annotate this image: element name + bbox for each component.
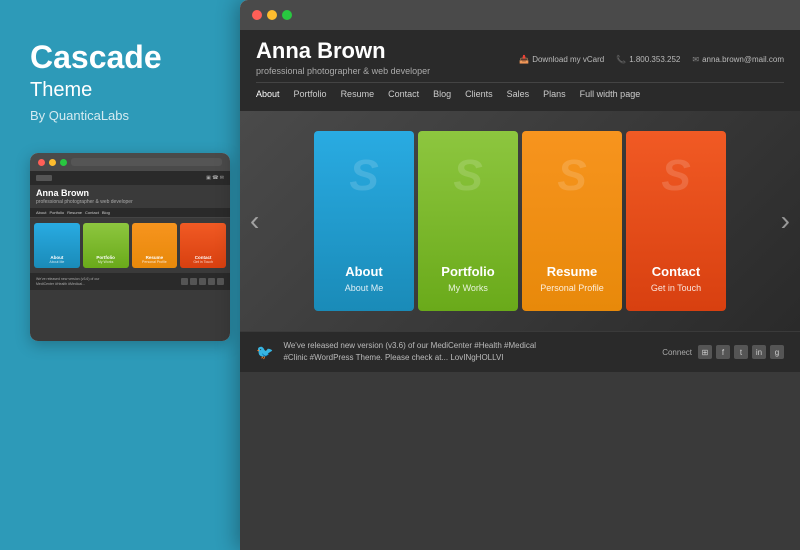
nav-resume[interactable]: Resume: [341, 89, 375, 99]
card-subtitle-contact: Get in Touch: [651, 283, 701, 293]
small-footer: We've released new version (v3.6) of our…: [30, 273, 230, 290]
small-card-resume: Resume Personal Profile: [132, 223, 178, 268]
footer-tweet-text: We've released new version (v3.6) of our…: [283, 340, 652, 364]
small-social-icons: [181, 278, 224, 285]
rss-icon[interactable]: ⊞: [698, 345, 712, 359]
carousel-right-arrow[interactable]: ›: [771, 195, 800, 247]
linkedin-icon[interactable]: in: [752, 345, 766, 359]
dot-yellow: [49, 159, 56, 166]
small-cards: About About Me Portfolio My Works Resume…: [30, 218, 230, 273]
hero-card-about[interactable]: S About About Me: [314, 131, 414, 311]
site-header: Anna Brown 📥 Download my vCard 📞 1.800.3…: [240, 30, 800, 111]
card-title-contact: Contact: [652, 264, 700, 279]
card-title-portfolio: Portfolio: [441, 264, 494, 279]
theme-subtitle: Theme: [30, 79, 210, 102]
nav-sales[interactable]: Sales: [507, 89, 530, 99]
footer-social-icons: ⊞ f t in g: [698, 345, 784, 359]
hero-section: ‹ S About About Me S Portfolio My Works …: [240, 111, 800, 331]
small-footer-text: We've released new version (v3.6) of our…: [36, 277, 181, 286]
card-s-icon-portfolio: S: [453, 151, 482, 201]
small-browser-content: ▣ ☎ ✉ Anna Brown professional photograph…: [30, 171, 230, 341]
theme-title: Cascade: [30, 39, 162, 75]
site-tagline: professional photographer & web develope…: [256, 66, 784, 76]
small-nav-about: About: [36, 210, 46, 215]
phone-icon: 📞: [616, 55, 626, 64]
card-s-icon-contact: S: [661, 151, 690, 201]
card-title-resume: Resume: [547, 264, 598, 279]
large-dot-yellow: [267, 10, 277, 20]
small-nav-contact: Contact: [85, 210, 99, 215]
hero-card-portfolio[interactable]: S Portfolio My Works: [418, 131, 518, 311]
small-tw-icon: [199, 278, 206, 285]
nav-clients[interactable]: Clients: [465, 89, 493, 99]
footer-tweet: We've released new version (v3.6) of our…: [283, 340, 652, 364]
nav-plans[interactable]: Plans: [543, 89, 566, 99]
small-address-bar: [71, 158, 222, 166]
small-card-about: About About Me: [34, 223, 80, 268]
card-s-icon-resume: S: [557, 151, 586, 201]
meta-phone: 📞 1.800.353.252: [616, 55, 680, 64]
hero-card-resume[interactable]: S Resume Personal Profile: [522, 131, 622, 311]
theme-by: By QuanticaLabs: [30, 108, 210, 123]
small-nav-portfolio: Portfolio: [49, 210, 64, 215]
small-tagline: professional photographer & web develope…: [30, 199, 230, 208]
nav-portfolio[interactable]: Portfolio: [294, 89, 327, 99]
dot-red: [38, 159, 45, 166]
nav-contact[interactable]: Contact: [388, 89, 419, 99]
dot-green: [60, 159, 67, 166]
twitter-icon[interactable]: t: [734, 345, 748, 359]
vcard-icon: 📥: [519, 55, 529, 64]
small-card-portfolio: Portfolio My Works: [83, 223, 129, 268]
connect-label: Connect: [662, 348, 692, 357]
site-name: Anna Brown: [256, 38, 386, 64]
small-nav: About Portfolio Resume Contact Blog: [30, 208, 230, 218]
site-meta: 📥 Download my vCard 📞 1.800.353.252 ✉ an…: [519, 55, 784, 64]
large-browser-content: Anna Brown 📥 Download my vCard 📞 1.800.3…: [240, 30, 800, 550]
small-fb-icon: [190, 278, 197, 285]
small-li-icon: [208, 278, 215, 285]
facebook-icon[interactable]: f: [716, 345, 730, 359]
email-icon: ✉: [692, 55, 699, 64]
large-dot-green: [282, 10, 292, 20]
large-dot-red: [252, 10, 262, 20]
footer-connect: Connect ⊞ f t in g: [662, 345, 784, 359]
left-panel: Cascade Theme By QuanticaLabs ▣ ☎ ✉ Anna…: [0, 0, 240, 550]
meta-email: ✉ anna.brown@mail.com: [692, 55, 784, 64]
hero-card-contact[interactable]: S Contact Get in Touch: [626, 131, 726, 311]
small-card-contact: Contact Get in Touch: [180, 223, 226, 268]
small-site-name: Anna Brown: [30, 185, 230, 199]
site-name-row: Anna Brown 📥 Download my vCard 📞 1.800.3…: [256, 38, 784, 64]
cards-container: S About About Me S Portfolio My Works S …: [279, 111, 761, 331]
googleplus-icon[interactable]: g: [770, 345, 784, 359]
large-browser-bar: [240, 0, 800, 30]
small-gp-icon: [217, 278, 224, 285]
nav-fullwidth[interactable]: Full width page: [580, 89, 641, 99]
nav-about[interactable]: About: [256, 89, 280, 99]
nav-blog[interactable]: Blog: [433, 89, 451, 99]
card-subtitle-about: About Me: [345, 283, 384, 293]
card-subtitle-resume: Personal Profile: [540, 283, 604, 293]
small-meta-row: ▣ ☎ ✉: [206, 175, 224, 181]
small-nav-blog: Blog: [102, 210, 110, 215]
small-nav-header: ▣ ☎ ✉: [30, 171, 230, 185]
carousel-left-arrow[interactable]: ‹: [240, 195, 269, 247]
card-title-about: About: [345, 264, 383, 279]
site-nav: About Portfolio Resume Contact Blog Clie…: [256, 82, 784, 105]
small-browser-bar: [30, 153, 230, 171]
card-subtitle-portfolio: My Works: [448, 283, 488, 293]
card-s-icon-about: S: [349, 151, 378, 201]
small-rss-icon: [181, 278, 188, 285]
small-browser-preview: ▣ ☎ ✉ Anna Brown professional photograph…: [30, 153, 230, 341]
small-logo-block: [36, 175, 52, 181]
site-footer: 🐦 We've released new version (v3.6) of o…: [240, 331, 800, 372]
large-browser: Anna Brown 📥 Download my vCard 📞 1.800.3…: [240, 0, 800, 550]
meta-vcard: 📥 Download my vCard: [519, 55, 604, 64]
twitter-bird-icon: 🐦: [256, 344, 273, 361]
small-nav-resume: Resume: [67, 210, 82, 215]
